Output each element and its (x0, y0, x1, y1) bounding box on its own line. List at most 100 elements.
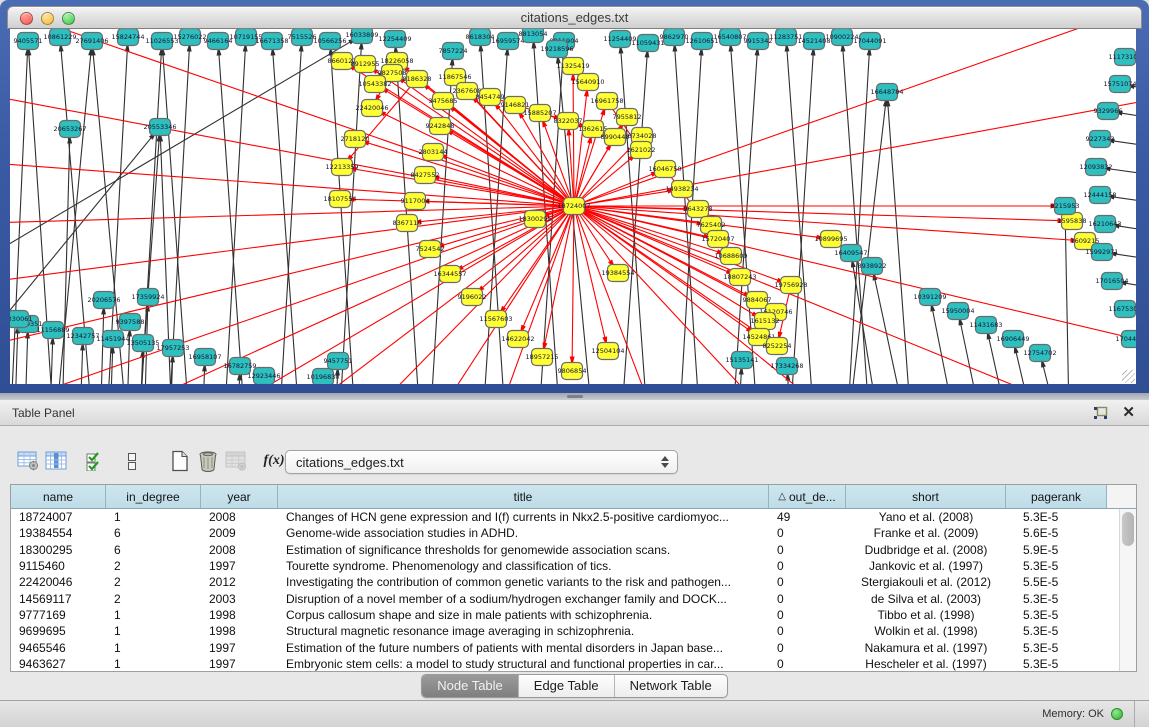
graph-node[interactable]: 2803144 (419, 144, 448, 161)
graph-node[interactable]: 13505135 (126, 335, 159, 352)
graph-node[interactable]: 12504104 (591, 343, 624, 360)
graph-edge-red[interactable] (574, 206, 1063, 221)
column-header-year[interactable]: year (201, 485, 278, 508)
column-header-title[interactable]: title (278, 485, 769, 508)
graph-node[interactable]: 8427552 (411, 167, 440, 184)
column-header-name[interactable]: name (11, 485, 106, 508)
column-header-in-degree[interactable]: in_degree (106, 485, 201, 508)
graph-edge-red[interactable] (574, 138, 591, 206)
table-row[interactable]: 977716911998Corpus callosum shape and si… (11, 607, 1119, 623)
graph-node[interactable]: 9806854 (558, 363, 587, 380)
table-row[interactable]: 969969511998Structural magnetic resonanc… (11, 623, 1119, 639)
graph-node[interactable]: 16961758 (590, 93, 623, 110)
graph-edge-black[interactable] (58, 138, 70, 384)
window-titlebar[interactable]: citations_edges.txt (7, 6, 1142, 29)
graph-node[interactable]: 11675309 (1108, 301, 1136, 318)
graph-edge-red[interactable] (574, 172, 657, 206)
graph-node[interactable]: 9466164 (204, 33, 233, 50)
graph-edge-red[interactable] (574, 29, 1136, 206)
table-row[interactable]: 911546021997Tourette syndrome. Phenomeno… (11, 558, 1119, 574)
table-selector-combobox[interactable]: citations_edges.txt (285, 450, 678, 474)
column-header-pagerank[interactable]: pagerank (1006, 485, 1107, 508)
graph-node[interactable]: 11431683 (969, 317, 1002, 334)
clear-selection-button[interactable] (118, 448, 146, 474)
table-row[interactable]: 946554611997Estimation of the future num… (11, 639, 1119, 655)
graph-edge-red[interactable] (573, 75, 574, 206)
graph-edge-black[interactable] (331, 50, 365, 384)
graph-node[interactable]: 17334268 (770, 358, 803, 375)
close-panel-button[interactable]: ✕ (1122, 405, 1135, 420)
graph-node[interactable]: 19384554 (601, 265, 634, 282)
graph-node[interactable]: 8990448 (601, 129, 630, 146)
graph-node[interactable]: 9196022 (458, 289, 487, 306)
delete-entries-button[interactable] (194, 448, 222, 474)
graph-node[interactable]: 9242848 (426, 118, 455, 135)
graph-node[interactable]: 15751074 (1103, 76, 1136, 93)
graph-node[interactable]: 15950004 (941, 303, 974, 320)
graph-node[interactable]: 18957215 (525, 349, 558, 366)
panel-splitter[interactable] (0, 393, 1149, 400)
graph-node[interactable]: 16958107 (188, 349, 221, 366)
graph-edge-black[interactable] (838, 50, 869, 384)
network-canvas[interactable]: 1872400718300295193845548660122891295518… (10, 29, 1136, 384)
graph-node[interactable]: 8938922 (858, 258, 887, 275)
graph-node[interactable]: 17044094 (1115, 331, 1136, 348)
graph-node[interactable]: 9405571 (14, 33, 43, 50)
scrollbar-thumb[interactable] (1122, 512, 1134, 546)
tab-edge-table[interactable]: Edge Table (519, 675, 615, 697)
graph-edge-black[interactable] (780, 50, 813, 384)
graph-node[interactable]: 8252254 (763, 338, 792, 355)
graph-node[interactable]: 8912955 (351, 56, 380, 73)
table-row[interactable]: 1830029562008Estimation of significance … (11, 542, 1119, 558)
graph-node[interactable]: 7955812 (613, 109, 642, 126)
graph-node[interactable]: 3475685 (429, 93, 458, 110)
graph-node[interactable]: 20553346 (143, 119, 176, 136)
graph-node[interactable]: 8618304 (466, 29, 495, 46)
graph-edge-black[interactable] (219, 50, 255, 384)
graph-node[interactable]: 7515526 (288, 29, 317, 46)
graph-node[interactable]: 16648784 (870, 84, 903, 101)
graph-node[interactable]: 9862970 (660, 29, 689, 46)
graph-node[interactable]: 9117004 (401, 193, 430, 210)
graph-edge-black[interactable] (10, 40, 354, 279)
column-header-out-degree[interactable]: △ out_de... (769, 485, 846, 508)
resize-grip-icon[interactable] (1122, 370, 1135, 383)
table-row[interactable]: 1872400712008Changes of HCN gene express… (11, 509, 1119, 525)
graph-node[interactable]: 12342757 (66, 328, 99, 345)
graph-node[interactable]: 15640910 (571, 74, 604, 91)
float-panel-button[interactable] (1093, 406, 1108, 420)
graph-node[interactable]: 2718120 (341, 131, 370, 148)
graph-edge-red[interactable] (574, 206, 1136, 359)
table-row[interactable]: 2242004622012Investigating the contribut… (11, 574, 1119, 590)
graph-node[interactable]: 15824744 (111, 29, 144, 46)
table-settings-button[interactable] (14, 448, 42, 474)
graph-node[interactable]: 12444158 (1083, 187, 1116, 204)
show-column-button[interactable] (42, 448, 70, 474)
delete-table-button-disabled[interactable] (222, 448, 250, 474)
graph-node[interactable]: 11451944 (96, 331, 129, 348)
graph-node[interactable]: 7857224 (439, 43, 468, 60)
function-builder-button[interactable]: f(x) (260, 448, 288, 474)
graph-node[interactable]: 8215953 (1051, 198, 1080, 215)
graph-node[interactable]: 8367110 (393, 215, 422, 232)
graph-node[interactable]: 9397588 (116, 314, 145, 331)
graph-node[interactable]: 9457751 (324, 353, 353, 370)
table-row[interactable]: 946362711997Embryonic stem cells: a mode… (11, 656, 1119, 671)
table-row[interactable]: 1938455462009Genome-wide association stu… (11, 525, 1119, 541)
graph-node[interactable]: 20653267 (53, 121, 86, 138)
graph-node[interactable]: 9915342 (744, 33, 773, 50)
graph-edge-black[interactable] (20, 333, 28, 384)
table-row[interactable]: 1456911722003Disruption of a novel membe… (11, 590, 1119, 606)
graph-node[interactable]: 9329966 (1094, 103, 1123, 120)
graph-edge-red[interactable] (572, 206, 574, 362)
graph-node[interactable]: 16210643 (1088, 216, 1121, 233)
graph-node[interactable]: 1615132 (751, 313, 780, 330)
new-table-button[interactable] (166, 448, 194, 474)
graph-node[interactable]: 9227343 (1086, 131, 1115, 148)
graph-node[interactable]: 12254409 (378, 31, 411, 48)
graph-node[interactable]: 16906449 (996, 331, 1029, 348)
graph-node[interactable]: 8813054 (519, 29, 548, 43)
graph-node[interactable]: 11567603 (479, 311, 512, 328)
graph-node[interactable]: 9643278 (684, 201, 713, 218)
graph-node[interactable]: 10688609 (714, 248, 747, 265)
